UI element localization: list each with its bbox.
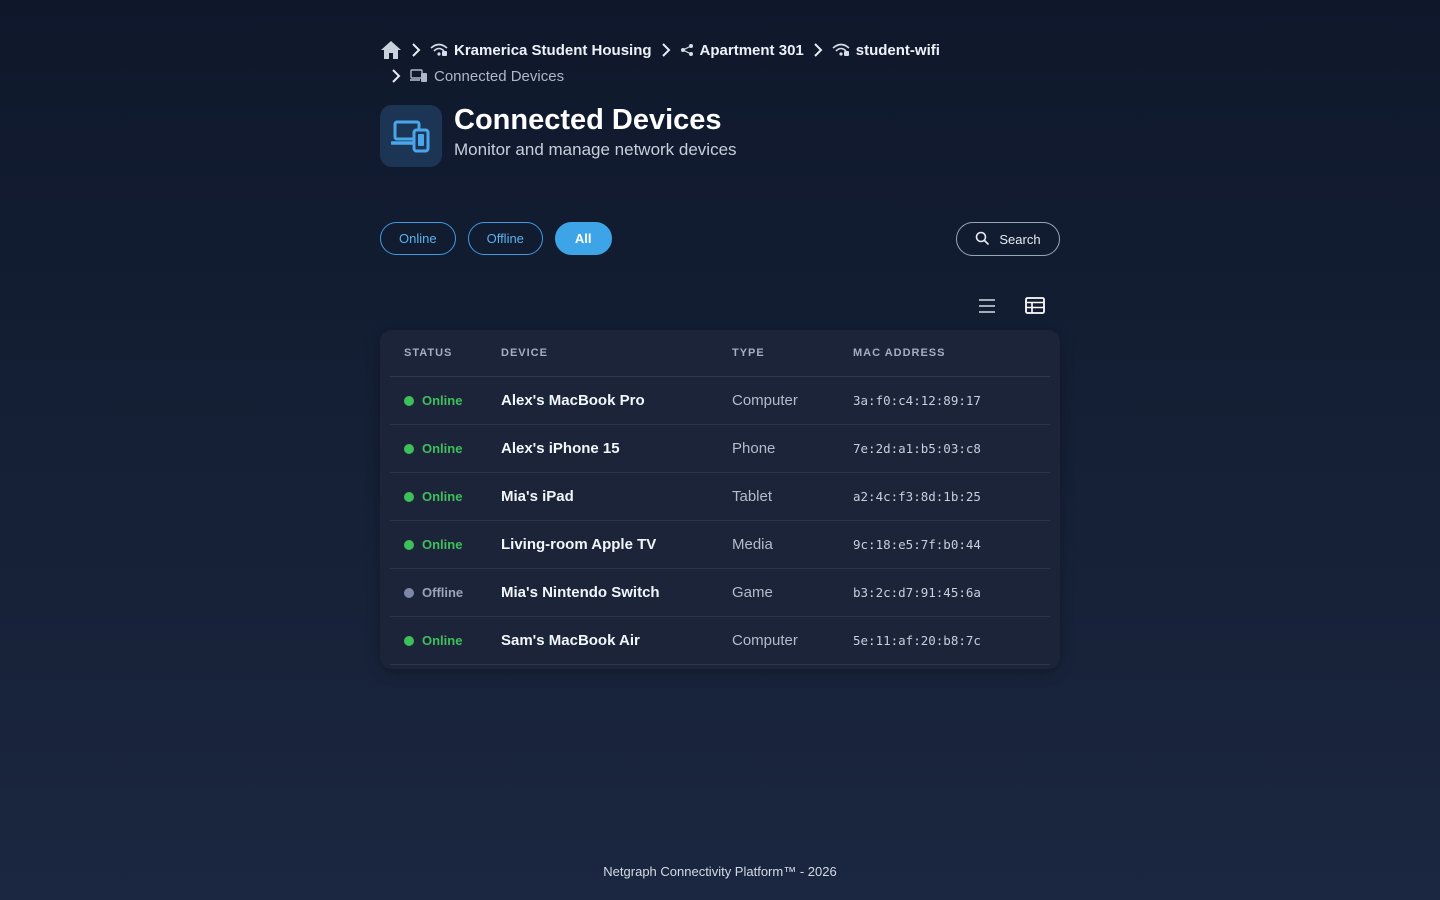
status-dot: [404, 635, 414, 646]
status-dot: [404, 587, 414, 598]
breadcrumb-item-apartment[interactable]: Apartment 301: [680, 42, 804, 59]
view-toggle-group: [976, 296, 1046, 320]
chevron-right-icon: [658, 42, 674, 58]
table-row[interactable]: Offline Mia's Nintendo Switch Game b3:2c:d7…: [390, 569, 1050, 617]
status-text: Online: [422, 393, 463, 408]
status-cell: Online: [390, 489, 501, 504]
status-dot: [404, 395, 414, 406]
status-dot: [404, 491, 414, 502]
column-header-mac[interactable]: MAC ADDRESS: [853, 347, 1043, 359]
status-cell: Offline: [390, 585, 501, 600]
device-name[interactable]: Alex's iPhone 15: [501, 440, 732, 457]
status-dot: [404, 443, 414, 454]
device-type: Tablet: [732, 488, 773, 505]
device-name[interactable]: Mia's Nintendo Switch: [501, 584, 732, 601]
devices-icon: [380, 105, 442, 167]
status-text: Online: [422, 489, 463, 504]
breadcrumb-item-network[interactable]: student-wifi: [832, 42, 940, 59]
page-subtitle: Monitor and manage network devices: [454, 140, 737, 159]
table-body: Online Alex's MacBook Pro Computer 3a:f0:c4…: [390, 377, 1050, 665]
status-text: Online: [422, 633, 463, 648]
page-title: Connected Devices: [454, 104, 722, 136]
table-row[interactable]: Online Mia's iPad Tablet a2:4c:f3:8d:1b:25: [390, 473, 1050, 521]
table-row[interactable]: Online Alex's iPhone 15 Phone 7e:2d:a1:b5:0…: [390, 425, 1050, 473]
search-label: Search: [999, 231, 1041, 247]
column-header-status[interactable]: STATUS: [390, 347, 501, 359]
status-text: Online: [422, 537, 463, 552]
filter-online-button[interactable]: Online: [380, 222, 456, 255]
chevron-right-icon: [810, 42, 826, 58]
table-row[interactable]: Online Living-room Apple TV Media 9c:18:e5:…: [390, 521, 1050, 569]
device-type: Media: [732, 536, 773, 553]
breadcrumb-item-site[interactable]: Kramerica Student Housing: [430, 42, 652, 59]
wifi-icon: [832, 43, 850, 57]
chevron-right-icon: [388, 68, 404, 84]
wifi-icon: [430, 43, 448, 57]
status-text: Offline: [422, 585, 464, 600]
device-name[interactable]: Sam's MacBook Air: [501, 632, 732, 649]
table-row[interactable]: Online Alex's MacBook Pro Computer 3a:f0:c4…: [390, 377, 1050, 425]
filter-all-button[interactable]: All: [554, 222, 612, 255]
breadcrumb-item-label: Kramerica Student Housing: [454, 41, 652, 59]
table-view-button[interactable]: [1024, 296, 1046, 320]
breadcrumb-current-label: Connected Devices: [434, 67, 565, 85]
mac-address: a2:4c:f3:8d:1b:25: [853, 489, 981, 504]
home-icon[interactable]: [380, 40, 402, 60]
search-icon: [975, 231, 990, 248]
column-header-type[interactable]: TYPE: [732, 347, 853, 359]
devices-table: STATUS DEVICE TYPE MAC ADDRESS Online Ale…: [380, 330, 1060, 669]
breadcrumb-current: Connected Devices: [410, 68, 564, 85]
mac-address: 5e:11:af:20:b8:7c: [853, 633, 981, 648]
breadcrumb-item-label: Apartment 301: [699, 41, 804, 59]
mac-address: 9c:18:e5:7f:b0:44: [853, 537, 981, 552]
footer: Netgraph Connectivity Platform™ - 2026: [603, 864, 837, 879]
status-cell: Online: [390, 441, 501, 456]
table-header: STATUS DEVICE TYPE MAC ADDRESS: [390, 330, 1050, 377]
table-row[interactable]: Online Sam's MacBook Air Computer 5e:11:af:…: [390, 617, 1050, 665]
search-button[interactable]: Search: [956, 222, 1060, 256]
device-name[interactable]: Living-room Apple TV: [501, 536, 732, 553]
devices-icon: [410, 69, 428, 83]
status-text: Online: [422, 441, 463, 456]
device-type: Computer: [732, 392, 798, 409]
mac-address: 7e:2d:a1:b5:03:c8: [853, 441, 981, 456]
device-name[interactable]: Mia's iPad: [501, 488, 732, 505]
status-filter-group: Online Offline All: [380, 222, 612, 255]
status-cell: Online: [390, 537, 501, 552]
breadcrumb: Kramerica Student Housing Apartment 301 …: [380, 38, 1060, 88]
device-type: Computer: [732, 632, 798, 649]
breadcrumb-item-label: student-wifi: [855, 41, 940, 59]
mac-address: b3:2c:d7:91:45:6a: [853, 585, 981, 600]
page-header: Connected Devices Monitor and manage net…: [380, 104, 737, 167]
status-dot: [404, 539, 414, 550]
network-icon: [680, 43, 694, 57]
status-cell: Online: [390, 393, 501, 408]
device-type: Phone: [732, 440, 776, 457]
list-view-button[interactable]: [976, 296, 998, 320]
chevron-right-icon: [408, 42, 424, 58]
mac-address: 3a:f0:c4:12:89:17: [853, 393, 981, 408]
device-name[interactable]: Alex's MacBook Pro: [501, 392, 732, 409]
device-type: Game: [732, 584, 773, 601]
status-cell: Online: [390, 633, 501, 648]
filter-offline-button[interactable]: Offline: [467, 222, 543, 255]
table-icon: [1025, 297, 1045, 319]
list-icon: [978, 298, 996, 319]
column-header-device[interactable]: DEVICE: [501, 347, 732, 359]
